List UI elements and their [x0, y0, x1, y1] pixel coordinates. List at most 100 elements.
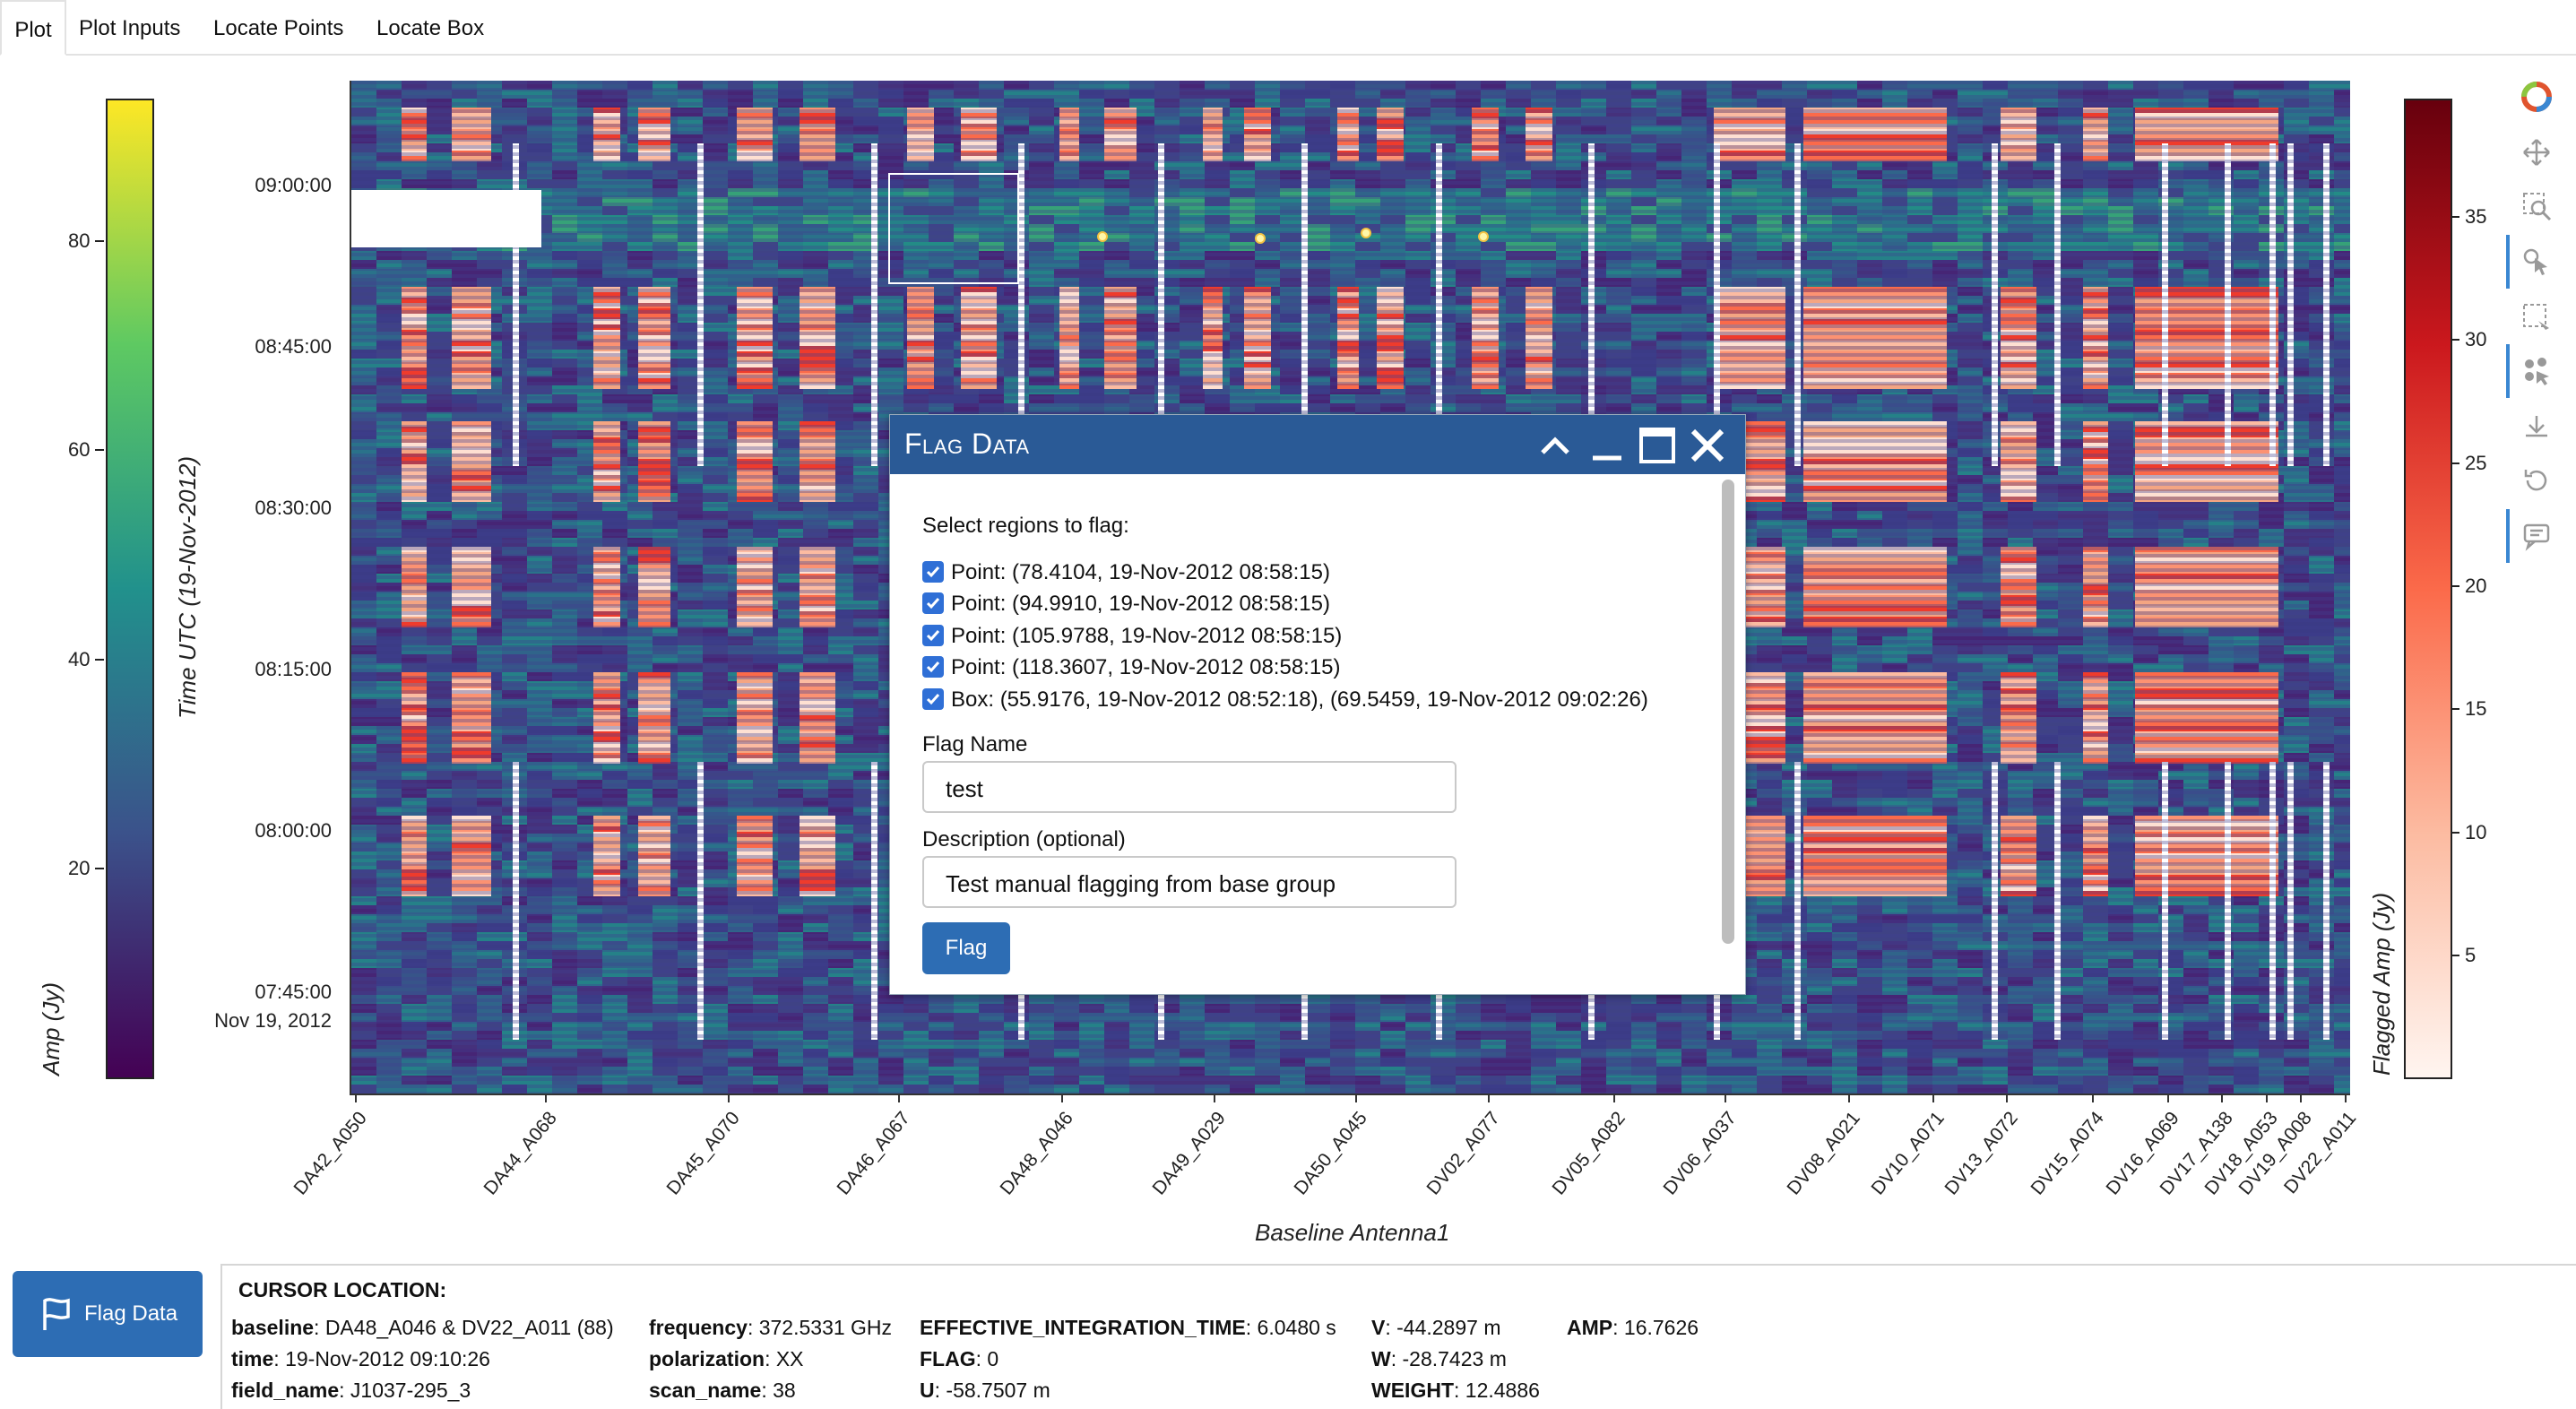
amp-tick: 40 [68, 648, 90, 671]
flagged-amp-tick: 15 [2465, 697, 2486, 721]
flag-point[interactable] [1361, 229, 1370, 238]
box-select-icon[interactable] [2520, 301, 2553, 333]
reset-icon[interactable] [2520, 464, 2553, 497]
cursor-field: V: -44.2897 m [1371, 1316, 1500, 1340]
cursor-field: frequency: 372.5331 GHz [649, 1316, 892, 1340]
cursor-field: WEIGHT: 12.4886 [1371, 1379, 1540, 1403]
checkbox[interactable] [922, 561, 944, 583]
save-icon[interactable] [2520, 411, 2553, 443]
y-tick-label: 09:00:00 [170, 174, 332, 197]
dialog-title: Flag Data [904, 428, 1030, 461]
amp-colorbar-label: Amp (Jy) [38, 982, 65, 1076]
flagged-amp-tick: 30 [2465, 328, 2486, 351]
flag-point[interactable] [1098, 232, 1107, 241]
x-tick-label: DV15_A074 [2027, 1108, 2108, 1199]
hover-icon[interactable] [2520, 520, 2553, 552]
x-tick-label: DA44_A068 [480, 1108, 561, 1199]
cursor-location-panel: CURSOR LOCATION: baseline: DA48_A046 & D… [220, 1264, 2576, 1409]
x-tick-label: DV10_A071 [1867, 1108, 1949, 1199]
dialog-header[interactable]: Flag Data [890, 415, 1745, 474]
flagged-amp-tick: 5 [2465, 944, 2476, 967]
point-draw-icon[interactable] [2520, 355, 2553, 387]
blank-region [351, 190, 541, 247]
description-label: Description (optional) [922, 827, 1126, 852]
checkbox[interactable] [922, 625, 944, 646]
cursor-field: field_name: J1037-295_3 [231, 1379, 471, 1403]
y-tick-label: 08:00:00 [170, 819, 332, 843]
dialog-scrollbar[interactable] [1722, 480, 1734, 944]
x-tick-label: DA48_A046 [996, 1108, 1077, 1199]
flagged-amp-tick: 35 [2465, 205, 2486, 229]
cursor-location-title: CURSOR LOCATION: [238, 1278, 446, 1302]
region-label: Point: (94.9910, 19-Nov-2012 08:58:15) [951, 592, 1330, 616]
x-tick-label: DV05_A082 [1548, 1108, 1629, 1199]
cursor-field: baseline: DA48_A046 & DV22_A011 (88) [231, 1316, 614, 1340]
cursor-field: scan_name: 38 [649, 1379, 796, 1403]
region-label: Point: (105.9788, 19-Nov-2012 08:58:15) [951, 624, 1342, 648]
cursor-field: W: -28.7423 m [1371, 1347, 1507, 1371]
x-tick-label: DV13_A072 [1941, 1108, 2022, 1199]
tap-select-icon[interactable] [2520, 246, 2553, 278]
pan-icon[interactable] [2520, 136, 2553, 169]
amp-tick: 80 [68, 229, 90, 253]
region-checkbox-row[interactable]: Point: (105.9788, 19-Nov-2012 08:58:15) [922, 624, 1342, 649]
collapse-icon[interactable] [1532, 422, 1578, 469]
flag-data-button[interactable]: Flag Data [13, 1271, 203, 1357]
cursor-field: AMP: 16.7626 [1567, 1316, 1699, 1340]
x-tick-label: DV02_A077 [1422, 1108, 1504, 1199]
x-tick-label: DA50_A045 [1290, 1108, 1371, 1199]
region-label: Box: (55.9176, 19-Nov-2012 08:52:18), (6… [951, 687, 1648, 712]
flagged-amp-colorbar-label: Flagged Amp (Jy) [2368, 893, 2396, 1076]
flag-point[interactable] [1479, 232, 1488, 241]
region-checkbox-row[interactable]: Point: (118.3607, 19-Nov-2012 08:58:15) [922, 655, 1341, 680]
flag-data-button-label: Flag Data [84, 1301, 177, 1327]
checkbox[interactable] [922, 656, 944, 678]
minimize-icon[interactable] [1584, 422, 1630, 469]
y-tick-label: 07:45:00 [170, 981, 332, 1004]
flag-data-dialog: Flag Data Select regions to flag: Point:… [889, 414, 1746, 995]
checkbox[interactable] [922, 688, 944, 710]
x-tick-label: DA46_A067 [833, 1108, 914, 1199]
x-tick-label: DA42_A050 [290, 1108, 371, 1199]
maximize-icon[interactable] [1634, 422, 1681, 469]
flag-name-input[interactable]: test [922, 761, 1457, 813]
y-tick-label: 08:15:00 [170, 658, 332, 681]
flag-name-label: Flag Name [922, 732, 1027, 757]
cursor-field: time: 19-Nov-2012 09:10:26 [231, 1347, 490, 1371]
cursor-field: U: -58.7507 m [920, 1379, 1050, 1403]
box-zoom-icon[interactable] [2520, 190, 2553, 222]
cursor-field: EFFECTIVE_INTEGRATION_TIME: 6.0480 s [920, 1316, 1336, 1340]
bokeh-logo-icon[interactable] [2520, 81, 2553, 113]
tab-locate-points[interactable]: Locate Points [213, 0, 343, 54]
region-label: Point: (118.3607, 19-Nov-2012 08:58:15) [951, 655, 1341, 679]
amp-tick: 60 [68, 438, 90, 462]
description-input[interactable]: Test manual flagging from base group [922, 856, 1457, 908]
tab-plot[interactable]: Plot [0, 0, 66, 56]
flag-point[interactable] [1256, 234, 1265, 243]
flagged-amp-colorbar [2404, 99, 2452, 1079]
flag-button[interactable]: Flag [922, 922, 1010, 974]
cursor-field: polarization: XX [649, 1347, 804, 1371]
region-label: Point: (78.4104, 19-Nov-2012 08:58:15) [951, 560, 1330, 584]
tab-plot-inputs[interactable]: Plot Inputs [79, 0, 180, 54]
region-checkbox-row[interactable]: Box: (55.9176, 19-Nov-2012 08:52:18), (6… [922, 687, 1648, 713]
flagged-amp-tick: 25 [2465, 452, 2486, 475]
amp-tick: 20 [68, 857, 90, 880]
x-tick-label: DV06_A037 [1659, 1108, 1741, 1199]
y-tick-label: 08:30:00 [170, 497, 332, 520]
region-checkbox-row[interactable]: Point: (94.9910, 19-Nov-2012 08:58:15) [922, 592, 1330, 617]
y-date-label: Nov 19, 2012 [170, 1009, 332, 1033]
x-tick-label: DA49_A029 [1148, 1108, 1230, 1199]
x-axis-label: Baseline Antenna1 [1255, 1219, 1449, 1247]
cursor-field: FLAG: 0 [920, 1347, 998, 1371]
region-checkbox-row[interactable]: Point: (78.4104, 19-Nov-2012 08:58:15) [922, 560, 1330, 585]
checkbox[interactable] [922, 592, 944, 614]
tab-locate-box[interactable]: Locate Box [376, 0, 484, 54]
tab-bar: Plot Plot Inputs Locate Points Locate Bo… [0, 0, 2576, 56]
amp-colorbar [106, 99, 154, 1079]
regions-prompt: Select regions to flag: [922, 514, 1129, 539]
flagged-amp-tick: 20 [2465, 575, 2486, 598]
x-tick-label: DV08_A021 [1783, 1108, 1864, 1199]
close-icon[interactable] [1684, 422, 1731, 469]
flag-icon [39, 1296, 75, 1332]
